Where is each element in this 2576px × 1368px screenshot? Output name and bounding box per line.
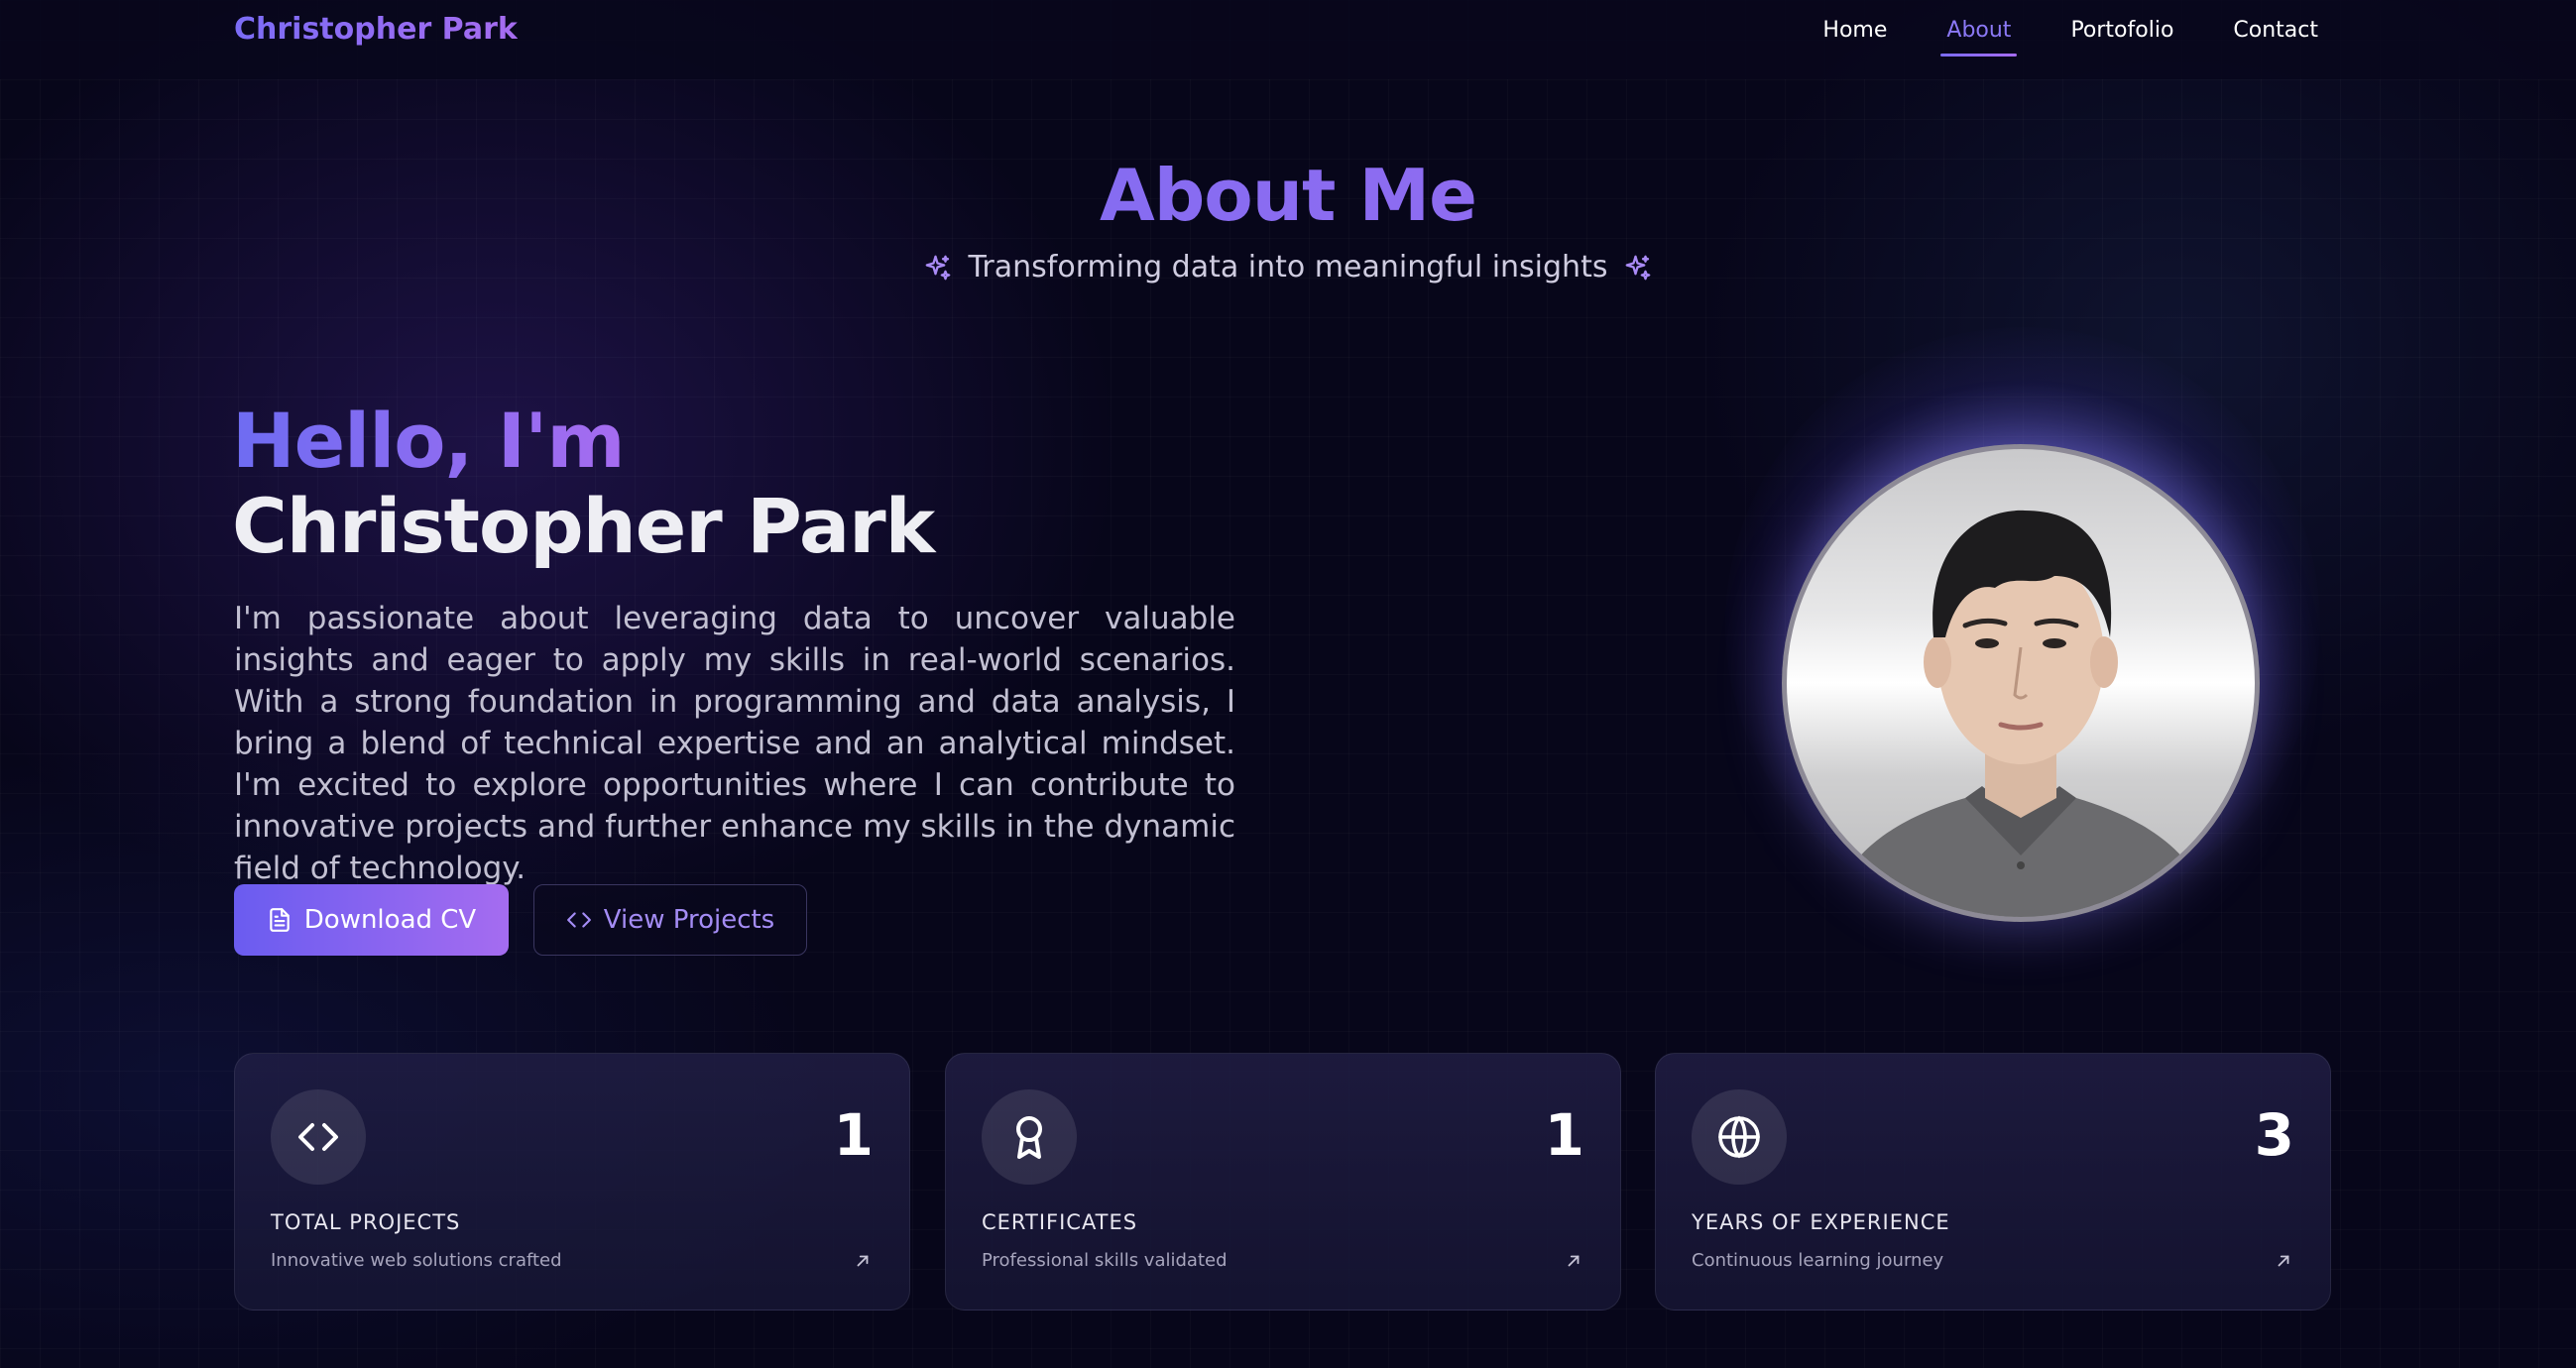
nav-link-portofolio[interactable]: Portofolio — [2064, 18, 2179, 57]
file-icon — [270, 908, 290, 932]
stat-label: YEARS OF EXPERIENCE — [1692, 1210, 1950, 1234]
hero-name: Christopher Park — [232, 482, 935, 570]
profile-photo — [1782, 444, 2260, 922]
code-icon — [271, 1089, 366, 1185]
nav-links: Home About Portofolio Contact — [1769, 18, 2324, 57]
portrait-illustration — [1826, 510, 2215, 917]
hero-bio: I'm passionate about leveraging data to … — [234, 601, 1235, 886]
subtitle-row: Transforming data into meaningful insigh… — [0, 250, 2576, 285]
award-icon — [982, 1089, 1077, 1185]
stat-value: 1 — [833, 1101, 874, 1169]
arrow-up-right-icon — [857, 1255, 869, 1267]
view-projects-label: View Projects — [603, 905, 775, 935]
stat-description: Continuous learning journey — [1692, 1250, 1944, 1271]
sparkle-icon — [1626, 255, 1651, 280]
hero-greeting: Hello, I'm — [232, 397, 626, 485]
stat-label: CERTIFICATES — [982, 1210, 1138, 1234]
stat-card-certificates[interactable]: 1 CERTIFICATES Professional skills valid… — [945, 1053, 1621, 1311]
nav-link-home[interactable]: Home — [1816, 18, 1893, 57]
download-cv-label: Download CV — [303, 905, 477, 935]
arrow-up-right-icon — [1568, 1255, 1580, 1267]
stat-description: Innovative web solutions crafted — [271, 1250, 562, 1271]
arrow-up-right-icon — [2278, 1255, 2289, 1267]
globe-icon — [1692, 1089, 1787, 1185]
page-subtitle: Transforming data into meaningful insigh… — [968, 250, 1608, 285]
brand-logo[interactable]: Christopher Park — [234, 12, 518, 47]
view-projects-button[interactable]: View Projects — [533, 884, 807, 956]
nav-link-about[interactable]: About — [1940, 18, 2018, 57]
stat-description: Professional skills validated — [982, 1250, 1228, 1271]
page-title: About Me — [0, 154, 2576, 237]
sparkle-icon — [925, 255, 950, 280]
code-icon — [566, 912, 591, 928]
stat-value: 1 — [1544, 1101, 1584, 1169]
nav-link-contact[interactable]: Contact — [2227, 18, 2324, 57]
stat-card-experience[interactable]: 3 YEARS OF EXPERIENCE Continuous learnin… — [1655, 1053, 2331, 1311]
stat-card-projects[interactable]: 1 TOTAL PROJECTS Innovative web solution… — [234, 1053, 910, 1311]
stat-value: 3 — [2254, 1101, 2294, 1169]
download-cv-button[interactable]: Download CV — [234, 884, 509, 956]
top-navbar: Christopher Park Home About Portofolio C… — [0, 0, 2576, 79]
stat-label: TOTAL PROJECTS — [271, 1210, 461, 1234]
